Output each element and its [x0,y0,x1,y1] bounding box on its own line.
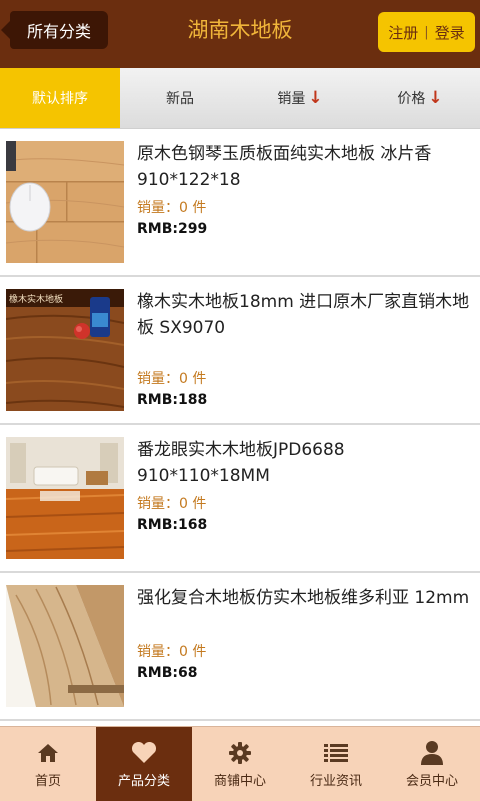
sales-label: 销量： [137,496,179,512]
back-button-label: 所有分类 [26,22,91,41]
nav-home[interactable]: 首页 [0,727,96,801]
sales-value: 0 件 [179,200,207,216]
user-icon [421,740,443,766]
sales-count: 销量：0 件 [137,368,206,388]
nav-member-center[interactable]: 会员中心 [384,727,480,801]
sales-label: 销量： [137,371,179,387]
product-title[interactable]: 橡木实木地板18mm 进口原木厂家直销木地板 SX9070 [137,289,470,341]
sort-tab-sales[interactable]: 销量 ↓ [240,68,360,128]
auth-separator: | [424,24,429,40]
wood-floor-with-mouse-image [6,141,124,263]
product-title[interactable]: 强化复合木地板仿实木地板维多利亚 12mm [137,585,470,611]
product-item[interactable]: 番龙眼实木木地板JPD6688 910*110*18MM 销量：0 件 RMB:… [0,425,480,573]
product-price: RMB:188 [137,392,208,408]
nav-label: 首页 [34,773,61,789]
arrow-down-icon: ↓ [308,88,323,108]
sales-value: 0 件 [179,496,207,512]
product-list: 原木色钢琴玉质板面纯实木地板 冰片香 910*122*18 销量：0 件 RMB… [0,129,480,721]
heart-icon [131,740,157,766]
product-item[interactable]: 原木色钢琴玉质板面纯实木地板 冰片香 910*122*18 销量：0 件 RMB… [0,129,480,277]
living-room-floor-image [6,437,124,559]
sort-tab-label: 价格 [397,91,426,107]
sort-tab-price[interactable]: 价格 ↓ [360,68,480,128]
sales-count: 销量：0 件 [137,493,206,513]
nav-product-categories[interactable]: 产品分类 [96,727,192,801]
product-title[interactable]: 原木色钢琴玉质板面纯实木地板 冰片香 910*122*18 [137,141,470,193]
sales-count: 销量：0 件 [137,641,206,661]
sort-tab-label: 默认排序 [32,91,88,107]
svg-text:橡木实木地板: 橡木实木地板 [9,293,63,305]
bottom-nav: 首页 产品分类 商铺中心 行业资讯 会员中心 [0,726,480,801]
arrow-down-icon: ↓ [428,88,443,108]
product-title[interactable]: 番龙眼实木木地板JPD6688 910*110*18MM [137,437,470,489]
sort-tab-new[interactable]: 新品 [120,68,240,128]
sales-value: 0 件 [179,644,207,660]
sort-bar: 默认排序 新品 销量 ↓ 价格 ↓ [0,68,480,129]
login-link[interactable]: 登录 [435,22,465,43]
sales-label: 销量： [137,644,179,660]
product-price: RMB:68 [137,665,198,681]
product-price: RMB:168 [137,517,208,533]
sales-value: 0 件 [179,371,207,387]
product-item[interactable]: 橡木实木地板 橡木实木地板18mm 进口原木厂家直销木地板 SX9070 销量：… [0,277,480,425]
nav-label: 产品分类 [117,773,170,789]
oak-floor-image: 橡木实木地板 [6,289,124,411]
nav-industry-news[interactable]: 行业资讯 [288,727,384,801]
sales-count: 销量：0 件 [137,197,206,217]
laminate-plank-image [6,585,124,707]
nav-label: 行业资讯 [309,773,362,789]
product-item[interactable]: 强化复合木地板仿实木地板维多利亚 12mm 销量：0 件 RMB:68 [0,573,480,721]
nav-label: 会员中心 [405,773,458,789]
product-price: RMB:299 [137,221,208,237]
nav-shop-center[interactable]: 商铺中心 [192,727,288,801]
nav-label: 商铺中心 [213,773,266,789]
sort-tab-label: 新品 [166,91,194,107]
gear-icon [229,740,251,766]
home-icon [37,740,59,766]
all-categories-back-button[interactable]: 所有分类 [1,11,108,49]
auth-button-group: 注册 | 登录 [378,12,475,52]
list-icon [324,740,348,766]
sales-label: 销量： [137,200,179,216]
top-bar: 所有分类 湖南木地板 注册 | 登录 [0,0,480,68]
sort-tab-label: 销量 [277,91,306,107]
sort-tab-default[interactable]: 默认排序 [0,68,120,128]
register-link[interactable]: 注册 [388,22,418,43]
